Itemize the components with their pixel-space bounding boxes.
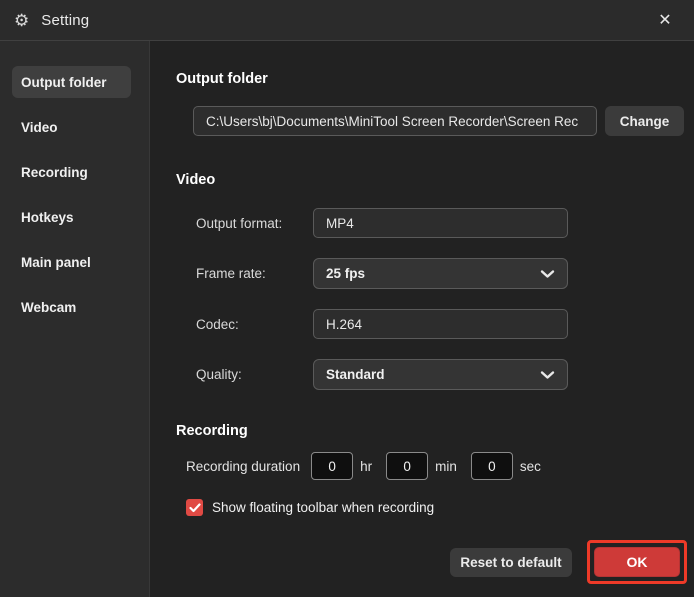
sidebar-item-label: Recording: [21, 164, 88, 180]
chevron-down-icon: [540, 269, 555, 279]
sidebar-item-label: Webcam: [21, 299, 77, 315]
minutes-field[interactable]: 0: [386, 452, 429, 480]
quality-row: Quality: Standard: [196, 359, 694, 390]
minutes-value: 0: [403, 458, 411, 474]
floating-toolbar-row: Show floating toolbar when recording: [186, 499, 694, 516]
sidebar-item-label: Output folder: [21, 74, 107, 90]
recording-duration-row: Recording duration 0 hr 0 min 0 sec: [186, 452, 694, 480]
sec-unit-label: sec: [519, 458, 541, 474]
frame-rate-value: 25 fps: [326, 266, 366, 281]
footer-buttons: Reset to default OK: [450, 540, 687, 584]
seconds-field[interactable]: 0: [470, 452, 513, 480]
sidebar-item-webcam[interactable]: Webcam: [12, 291, 131, 323]
codec-value: H.264: [326, 316, 363, 332]
codec-label: Codec:: [196, 316, 239, 332]
output-folder-heading: Output folder: [176, 71, 268, 87]
min-unit-label: min: [435, 458, 457, 474]
window-title: Setting: [41, 11, 90, 29]
gear-icon: ⚙: [14, 10, 30, 30]
quality-dropdown[interactable]: Standard: [313, 359, 568, 390]
quality-value: Standard: [326, 367, 385, 382]
codec-field[interactable]: H.264: [313, 309, 568, 339]
frame-rate-label: Frame rate:: [196, 266, 266, 281]
frame-rate-dropdown[interactable]: 25 fps: [313, 258, 568, 289]
output-format-field[interactable]: MP4: [313, 208, 568, 238]
output-path-field[interactable]: C:\Users\bj\Documents\MiniTool Screen Re…: [193, 106, 597, 136]
hr-unit-label: hr: [360, 458, 373, 474]
hours-field[interactable]: 0: [311, 452, 354, 480]
sidebar-item-hotkeys[interactable]: Hotkeys: [12, 201, 131, 233]
recording-duration-label: Recording duration: [186, 458, 301, 474]
settings-content: Output folder C:\Users\bj\Documents\Mini…: [150, 41, 694, 597]
frame-rate-row: Frame rate: 25 fps: [196, 258, 694, 289]
settings-window: ⚙ Setting ✕ Output folder Video Recordin…: [0, 0, 694, 597]
seconds-value: 0: [488, 458, 496, 474]
sidebar-item-label: Video: [21, 119, 58, 135]
app-body: Output folder Video Recording Hotkeys Ma…: [0, 41, 694, 597]
change-button[interactable]: Change: [605, 106, 684, 136]
sidebar-item-output-folder[interactable]: Output folder: [12, 66, 131, 98]
hours-value: 0: [328, 458, 336, 474]
close-icon[interactable]: ✕: [650, 5, 680, 35]
sidebar-item-video[interactable]: Video: [12, 111, 131, 143]
sidebar-item-main-panel[interactable]: Main panel: [12, 246, 131, 278]
quality-label: Quality:: [196, 367, 242, 382]
titlebar: ⚙ Setting ✕: [0, 0, 694, 41]
sidebar-item-recording[interactable]: Recording: [12, 156, 131, 188]
reset-to-default-button[interactable]: Reset to default: [450, 547, 572, 577]
codec-row: Codec: H.264: [196, 309, 694, 339]
floating-toolbar-checkbox[interactable]: [186, 499, 203, 516]
ok-annotation-box: OK: [587, 540, 687, 584]
output-format-row: Output format: MP4: [196, 208, 694, 238]
output-format-value: MP4: [326, 215, 354, 231]
sidebar-item-label: Hotkeys: [21, 209, 74, 225]
video-heading: Video: [176, 172, 216, 188]
sidebar: Output folder Video Recording Hotkeys Ma…: [0, 41, 150, 597]
output-folder-row: C:\Users\bj\Documents\MiniTool Screen Re…: [193, 106, 694, 136]
ok-button[interactable]: OK: [594, 547, 680, 577]
output-format-label: Output format:: [196, 215, 283, 231]
output-path-value: C:\Users\bj\Documents\MiniTool Screen Re…: [206, 113, 579, 129]
recording-heading: Recording: [176, 423, 248, 439]
sidebar-item-label: Main panel: [21, 254, 91, 270]
floating-toolbar-label: Show floating toolbar when recording: [212, 500, 435, 515]
chevron-down-icon: [540, 370, 555, 380]
